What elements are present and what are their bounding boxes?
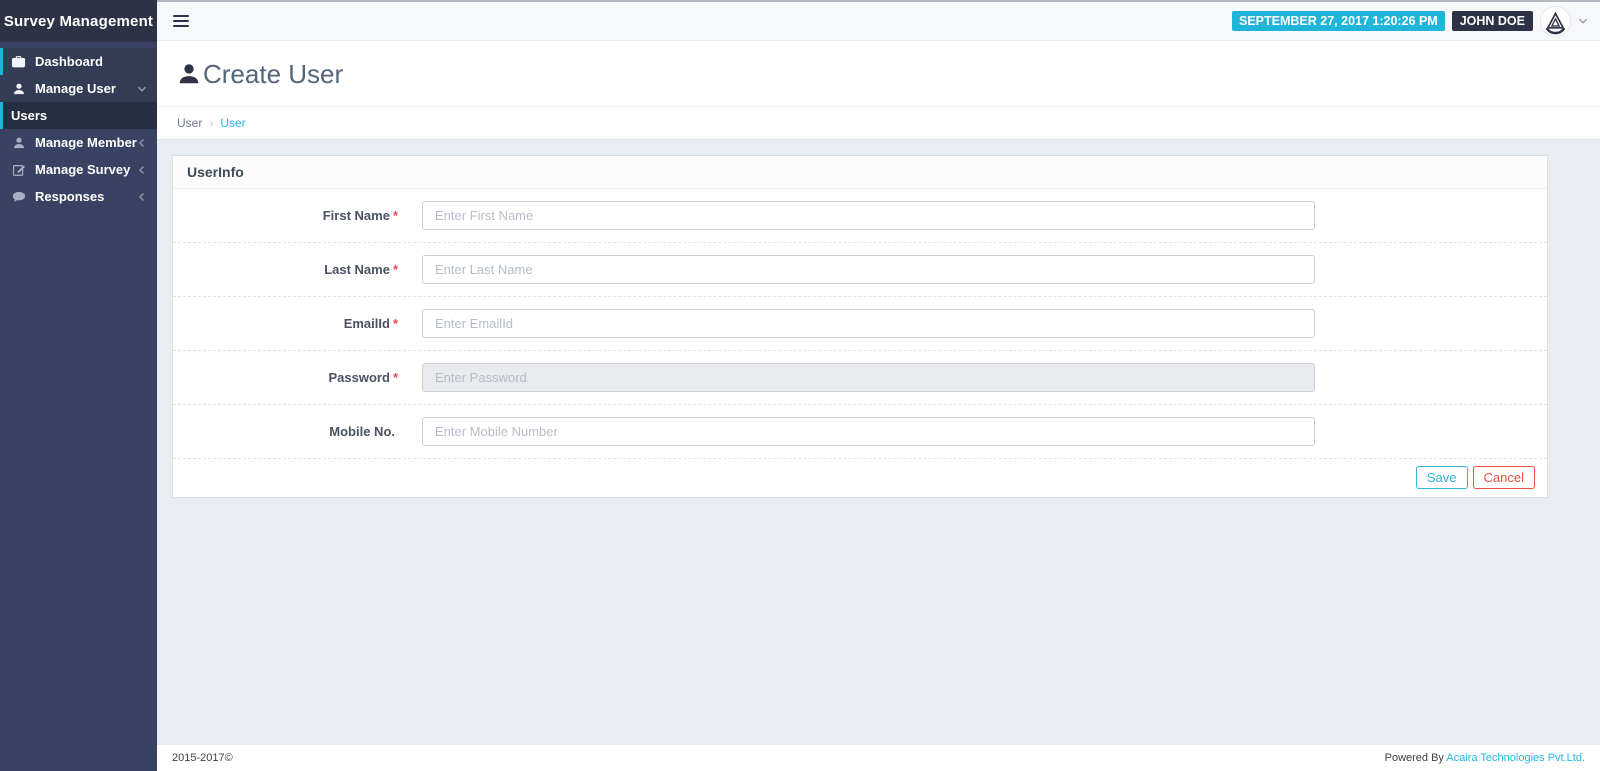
form-row-first-name: First Name* — [173, 189, 1547, 243]
required-asterisk: * — [393, 262, 398, 277]
hamburger-menu-icon[interactable] — [171, 11, 191, 31]
password-field[interactable] — [422, 363, 1315, 392]
chevron-left-icon — [137, 192, 147, 202]
password-label: Password* — [173, 370, 398, 385]
form-row-emailid: EmailId* — [173, 297, 1547, 351]
panel-footer: Save Cancel — [173, 459, 1547, 497]
copyright-text: 2015-2017© — [172, 752, 233, 764]
form-row-mobile: Mobile No. — [173, 405, 1547, 459]
emailid-label: EmailId* — [173, 316, 398, 331]
chevron-down-icon — [137, 84, 147, 94]
emailid-field[interactable] — [422, 309, 1315, 338]
first-name-field[interactable] — [422, 201, 1315, 230]
last-name-field[interactable] — [422, 255, 1315, 284]
briefcase-icon — [11, 54, 26, 69]
chevron-left-icon — [137, 138, 147, 148]
company-logo[interactable] — [1540, 6, 1571, 37]
first-name-label: First Name* — [173, 208, 398, 223]
member-icon — [11, 135, 26, 150]
required-asterisk: * — [393, 316, 398, 331]
user-icon — [177, 62, 201, 86]
breadcrumb-separator-icon: › — [209, 116, 213, 130]
panel-title: UserInfo — [173, 156, 1547, 189]
user-menu-caret-icon[interactable] — [1578, 16, 1588, 26]
userinfo-panel: UserInfo First Name* Last Name* — [172, 155, 1548, 498]
form-row-last-name: Last Name* — [173, 243, 1547, 297]
form-row-password: Password* — [173, 351, 1547, 405]
last-name-label: Last Name* — [173, 262, 398, 277]
required-asterisk: * — [393, 208, 398, 223]
sidebar-menu: Dashboard Manage User Users Manage Membe… — [0, 48, 157, 210]
main-area: SEPTEMBER 27, 2017 1:20:26 PM JOHN DOE C… — [157, 0, 1600, 771]
sidebar-item-manage-user[interactable]: Manage User — [0, 75, 157, 102]
sidebar-item-label: Responses — [35, 189, 104, 204]
content-area: UserInfo First Name* Last Name* — [157, 140, 1600, 744]
company-link[interactable]: Acaira Technologies Pvt.Ltd. — [1446, 752, 1585, 764]
sidebar-item-label: Users — [11, 108, 47, 123]
save-button[interactable]: Save — [1416, 466, 1468, 489]
sidebar-item-label: Manage Survey — [35, 162, 130, 177]
edit-icon — [11, 162, 26, 177]
breadcrumb-parent[interactable]: User — [177, 116, 202, 130]
user-icon — [11, 81, 26, 96]
sidebar-item-manage-survey[interactable]: Manage Survey — [0, 156, 157, 183]
sidebar-item-responses[interactable]: Responses — [0, 183, 157, 210]
sidebar: Survey Management Dashboard Manage User … — [0, 0, 157, 771]
topbar: SEPTEMBER 27, 2017 1:20:26 PM JOHN DOE — [157, 2, 1600, 41]
cancel-button[interactable]: Cancel — [1473, 466, 1535, 489]
comment-icon — [11, 189, 26, 204]
chevron-left-icon — [137, 165, 147, 175]
mobile-label: Mobile No. — [173, 424, 398, 439]
sidebar-item-users[interactable]: Users — [0, 102, 157, 129]
sidebar-item-label: Manage User — [35, 81, 116, 96]
page-heading-section: Create User — [157, 41, 1600, 106]
footer: 2015-2017© Powered By Acaira Technologie… — [157, 744, 1600, 771]
page-title: Create User — [203, 60, 343, 89]
app-title: Survey Management — [0, 0, 157, 42]
sidebar-item-label: Manage Member — [35, 135, 137, 150]
required-asterisk: * — [393, 370, 398, 385]
sidebar-item-manage-member[interactable]: Manage Member — [0, 129, 157, 156]
username-badge[interactable]: JOHN DOE — [1452, 11, 1533, 31]
breadcrumb: User › User — [157, 106, 1600, 140]
mobile-field[interactable] — [422, 417, 1315, 446]
sidebar-item-dashboard[interactable]: Dashboard — [0, 48, 157, 75]
datetime-badge: SEPTEMBER 27, 2017 1:20:26 PM — [1232, 11, 1445, 31]
powered-by-text: Powered By Acaira Technologies Pvt.Ltd. — [1385, 752, 1585, 764]
sidebar-item-label: Dashboard — [35, 54, 103, 69]
breadcrumb-current[interactable]: User — [220, 116, 245, 130]
